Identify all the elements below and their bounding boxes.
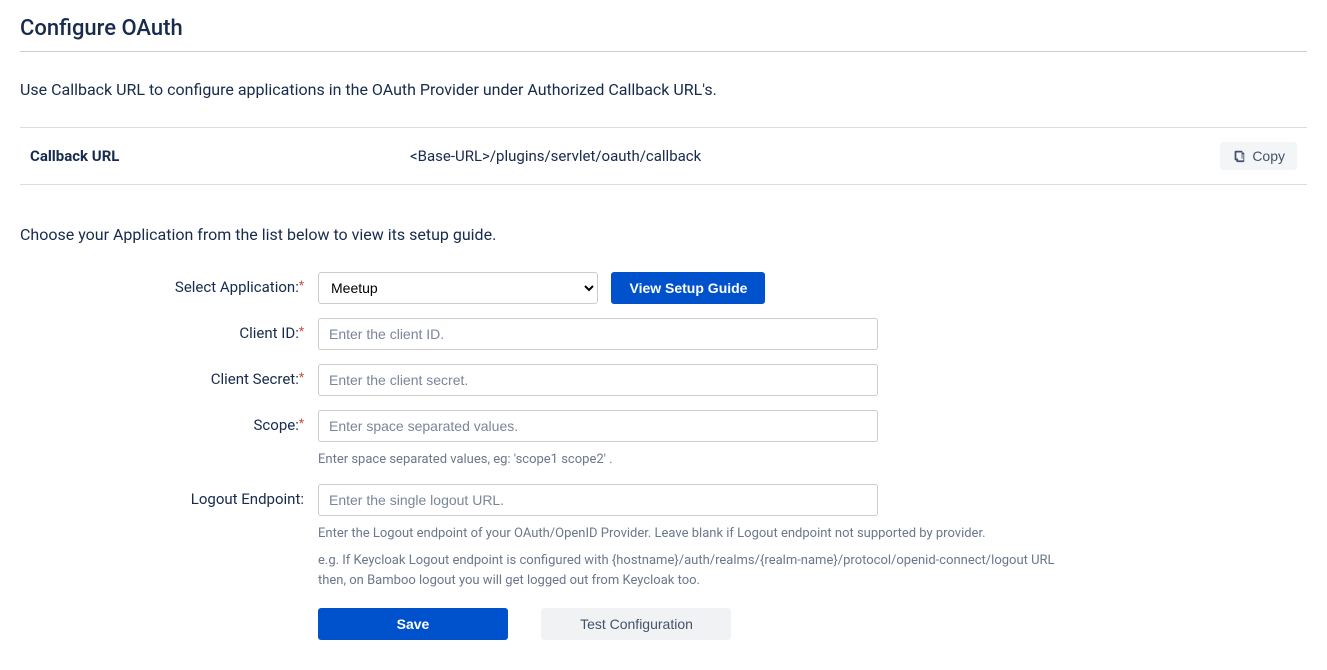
row-client-secret: Client Secret:* bbox=[20, 364, 1307, 396]
select-application-dropdown[interactable]: Meetup bbox=[318, 272, 598, 304]
row-logout-endpoint: Logout Endpoint: Enter the Logout endpoi… bbox=[20, 484, 1307, 591]
scope-help-text: Enter space separated values, eg: 'scope… bbox=[318, 450, 1078, 470]
callback-row: Callback URL <Base-URL>/plugins/servlet/… bbox=[20, 127, 1307, 185]
subintro-text: Choose your Application from the list be… bbox=[20, 225, 1307, 244]
select-application-label: Select Application:* bbox=[20, 272, 318, 296]
logout-endpoint-help-2: e.g. If Keycloak Logout endpoint is conf… bbox=[318, 551, 1078, 590]
row-select-application: Select Application:* Meetup View Setup G… bbox=[20, 272, 1307, 304]
test-configuration-button[interactable]: Test Configuration bbox=[541, 608, 731, 640]
scope-label: Scope:* bbox=[20, 410, 318, 434]
row-client-id: Client ID:* bbox=[20, 318, 1307, 350]
client-id-label: Client ID:* bbox=[20, 318, 318, 342]
client-secret-label: Client Secret:* bbox=[20, 364, 318, 388]
logout-endpoint-input[interactable] bbox=[318, 484, 878, 516]
save-button[interactable]: Save bbox=[318, 608, 508, 640]
view-setup-guide-button[interactable]: View Setup Guide bbox=[611, 272, 765, 304]
client-secret-input[interactable] bbox=[318, 364, 878, 396]
callback-url-value: <Base-URL>/plugins/servlet/oauth/callbac… bbox=[410, 147, 1220, 165]
logout-endpoint-label: Logout Endpoint: bbox=[20, 484, 318, 508]
scope-input[interactable] bbox=[318, 410, 878, 442]
client-id-input[interactable] bbox=[318, 318, 878, 350]
page-title: Configure OAuth bbox=[20, 16, 1307, 41]
row-buttons: Save Test Configuration bbox=[20, 608, 1307, 640]
callback-url-label: Callback URL bbox=[30, 147, 410, 165]
copy-button[interactable]: Copy bbox=[1220, 142, 1297, 170]
copy-icon bbox=[1232, 149, 1246, 163]
logout-endpoint-help-1: Enter the Logout endpoint of your OAuth/… bbox=[318, 524, 1078, 544]
copy-button-label: Copy bbox=[1252, 148, 1285, 164]
row-scope: Scope:* Enter space separated values, eg… bbox=[20, 410, 1307, 470]
title-divider bbox=[20, 51, 1307, 52]
intro-text: Use Callback URL to configure applicatio… bbox=[20, 80, 1307, 99]
